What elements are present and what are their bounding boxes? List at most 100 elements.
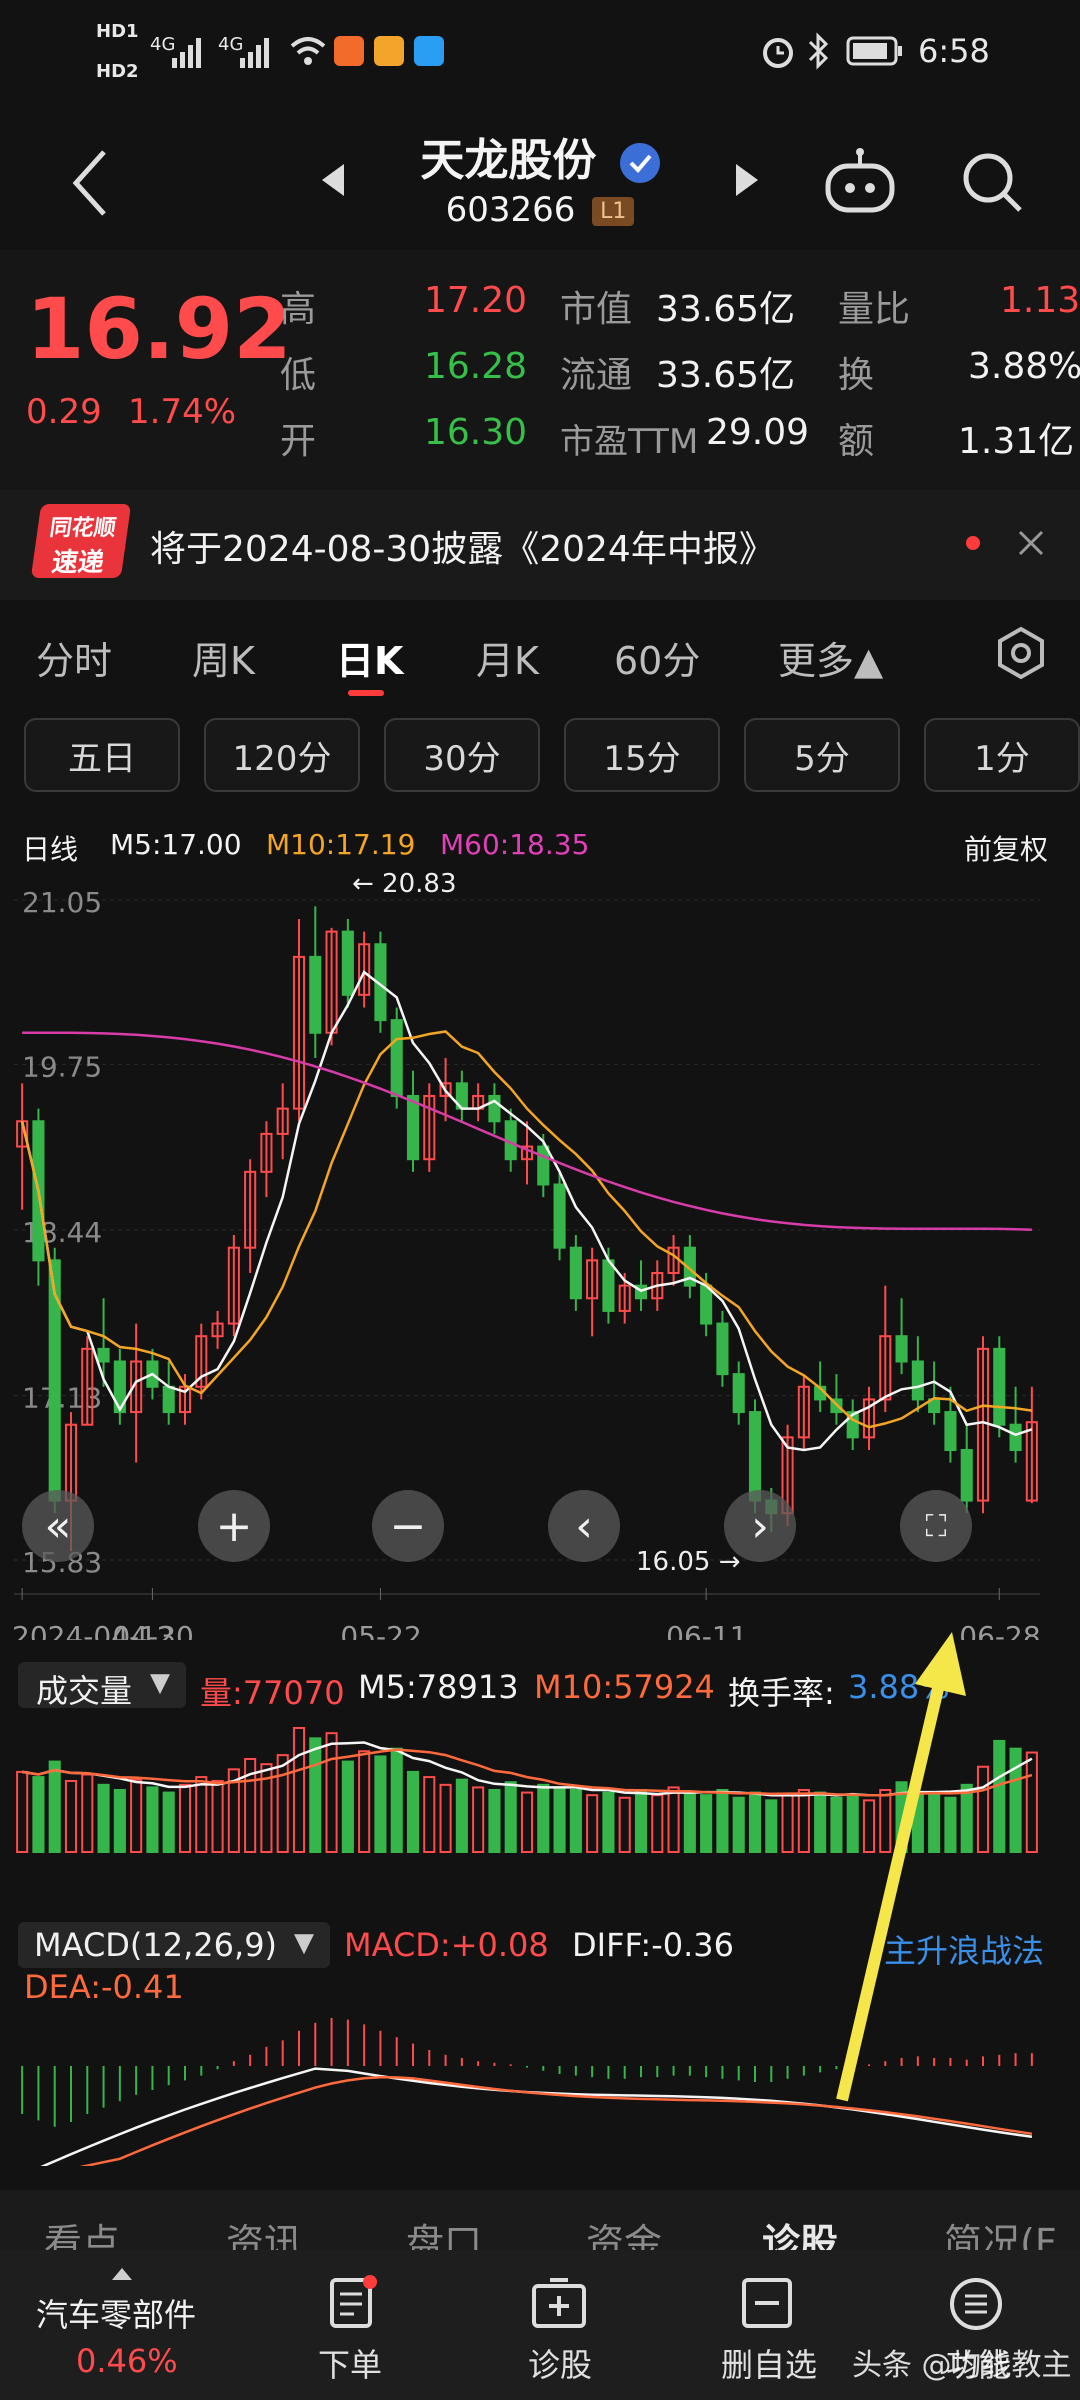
- amount-value: 1.31亿: [958, 421, 1075, 462]
- nav-diagnose[interactable]: 诊股: [510, 2340, 610, 2386]
- vol-ma5: M5:78913: [358, 1668, 519, 1706]
- fullscreen-icon[interactable]: ⛶: [900, 1490, 972, 1562]
- robot-assistant-icon[interactable]: [822, 146, 898, 218]
- candle-body: [97, 1347, 110, 1363]
- scroll-left-icon[interactable]: «: [22, 1490, 94, 1562]
- candle-body: [895, 1335, 908, 1363]
- next-candle-button[interactable]: ›: [724, 1490, 796, 1562]
- order-icon[interactable]: [328, 2274, 378, 2332]
- volume-bar: [130, 1778, 143, 1854]
- book-app-icon: [374, 36, 404, 66]
- zoom-out-button[interactable]: −: [372, 1490, 444, 1562]
- turnover-label: 换: [838, 355, 875, 396]
- macd-selector[interactable]: MACD(12,26,9) ▼: [18, 1922, 330, 1968]
- volume-bar: [683, 1791, 696, 1854]
- news-badge: 同花顺 速递: [30, 504, 132, 578]
- y-tick-label: 17.13: [22, 1382, 102, 1415]
- chevron-down-icon: ▼: [294, 1928, 314, 1958]
- indicator-selector[interactable]: 成交量 ▼: [18, 1662, 186, 1710]
- active-tab-indicator: [348, 690, 384, 696]
- pill-5day[interactable]: 五日: [24, 718, 180, 792]
- pill-120min[interactable]: 120分: [204, 718, 360, 792]
- price-change: 0.29: [26, 392, 102, 432]
- candle-body: [553, 1183, 566, 1249]
- volume-bar: [113, 1789, 126, 1853]
- volume-bar: [553, 1786, 566, 1853]
- volume-bar: [618, 1796, 631, 1853]
- volume-bar: [602, 1791, 615, 1854]
- prev-candle-button[interactable]: ‹: [548, 1490, 620, 1562]
- sector-name[interactable]: 汽车零部件: [36, 2290, 196, 2336]
- pill-15min[interactable]: 15分: [564, 718, 720, 792]
- volume-ratio-label: 量比: [838, 289, 911, 330]
- candle-body: [390, 1019, 403, 1097]
- volume-bar: [406, 1770, 420, 1854]
- settings-icon[interactable]: [994, 626, 1048, 680]
- volume-bar: [1025, 1751, 1038, 1854]
- volume-selector-label: 成交量: [36, 1672, 133, 1710]
- zoom-in-button[interactable]: +: [198, 1490, 270, 1562]
- volume-bar: [732, 1796, 745, 1853]
- diagnose-icon[interactable]: [530, 2276, 588, 2330]
- tab-weekly[interactable]: 周K: [192, 630, 255, 685]
- remove-watchlist-icon[interactable]: [740, 2276, 794, 2330]
- pill-1min[interactable]: 1分: [924, 718, 1080, 792]
- volume-bar: [797, 1789, 810, 1853]
- x-tick-label: 06-11: [666, 1620, 747, 1640]
- diff-value: DIFF:-0.36: [572, 1926, 734, 1964]
- pe-label: 市盈TTM: [560, 422, 699, 462]
- tab-intraday[interactable]: 分时: [36, 630, 112, 685]
- stock-name-row: 天龙股份: [0, 124, 1080, 188]
- tab-daily[interactable]: 日K: [336, 630, 403, 685]
- annotation-arrow-icon: [836, 1632, 966, 2102]
- volume-bar: [81, 1773, 94, 1853]
- volume-bar: [276, 1754, 289, 1853]
- tab-60min[interactable]: 60分: [614, 630, 700, 685]
- pill-30min[interactable]: 30分: [384, 718, 540, 792]
- tab-monthly[interactable]: 月K: [476, 630, 539, 685]
- float-label: 流通: [560, 355, 633, 396]
- volume-bar: [1009, 1747, 1022, 1854]
- volume-bar: [390, 1747, 403, 1854]
- candle-body: [993, 1347, 1006, 1426]
- news-banner[interactable]: 同花顺 速递 将于2024-08-30披露《2024年中报》: [0, 490, 1080, 600]
- volume-bar: [748, 1791, 762, 1854]
- wifi-icon: [290, 37, 326, 65]
- cloud-app-icon: [414, 36, 444, 66]
- amount-label: 额: [838, 421, 875, 462]
- status-bar: HD1 HD2 4G 4G 6:58: [0, 0, 1080, 110]
- candle-body: [944, 1411, 957, 1452]
- volume-bar: [292, 1727, 306, 1853]
- watermark: 头条 @均线教主: [852, 2348, 1072, 2383]
- app-notification-icon: [334, 36, 364, 66]
- unread-dot-icon: [966, 536, 980, 550]
- volume-bar: [48, 1760, 61, 1853]
- menu-icon[interactable]: [948, 2276, 1004, 2332]
- level-badge: L1: [592, 197, 635, 226]
- next-stock-icon[interactable]: [732, 160, 762, 200]
- float-value: 33.65亿: [656, 355, 796, 396]
- news-badge-top: 同花顺: [47, 516, 118, 541]
- price-adjust-toggle[interactable]: 前复权: [964, 828, 1048, 868]
- volume-bar: [64, 1779, 78, 1853]
- quote-panel: 16.92 0.29 1.74% 高 17.20 低 16.28 开 16.30…: [0, 250, 1080, 490]
- volume-bar: [488, 1789, 501, 1853]
- macd-selector-label: MACD(12,26,9): [34, 1926, 278, 1964]
- volume-bar: [993, 1739, 1006, 1854]
- volume-bar: [97, 1783, 110, 1853]
- candle-body: [748, 1411, 762, 1502]
- stock-code: 603266: [445, 190, 576, 230]
- close-icon[interactable]: [1016, 528, 1046, 558]
- nav-remove-watchlist[interactable]: 删自选: [714, 2340, 824, 2386]
- search-icon[interactable]: [960, 150, 1026, 216]
- mcap-label: 市值: [560, 289, 633, 330]
- stock-name: 天龙股份: [420, 135, 597, 186]
- candle-body: [406, 1094, 420, 1161]
- nav-order[interactable]: 下单: [300, 2340, 400, 2386]
- minute-period-pills: 五日 120分 30分 15分 5分 1分: [0, 712, 1080, 802]
- volume-bar: [634, 1789, 648, 1853]
- volume-bar: [472, 1786, 485, 1853]
- tab-more[interactable]: 更多▲: [778, 630, 883, 685]
- pill-5min[interactable]: 5分: [744, 718, 900, 792]
- ma5-legend: M5:17.00: [110, 828, 242, 861]
